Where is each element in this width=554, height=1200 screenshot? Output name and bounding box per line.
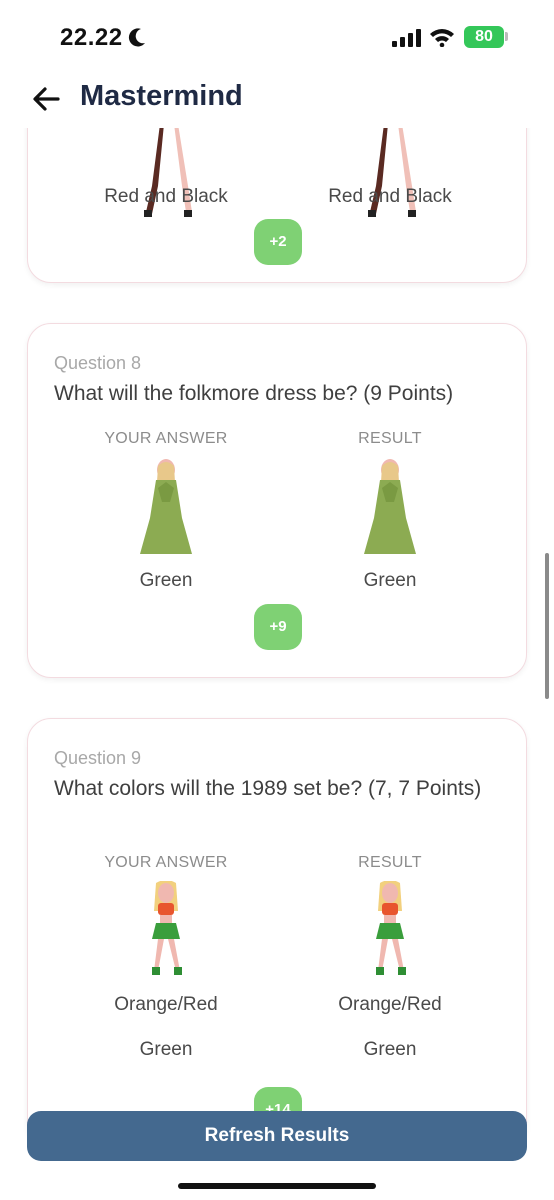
- refresh-results-button[interactable]: Refresh Results: [27, 1111, 527, 1161]
- two-piece-outfit-figure-icon: [376, 881, 406, 975]
- your-answer-value: Red and Black: [104, 186, 228, 207]
- question-card: Question 9 What colors will the 1989 set…: [27, 718, 527, 1148]
- question-card: Question 8 What will the folkmore dress …: [27, 323, 527, 678]
- wifi-icon: [430, 29, 454, 47]
- question-text: What colors will the 1989 set be? (7, 7 …: [54, 777, 482, 800]
- your-answer-value: Green: [139, 570, 193, 591]
- green-dress-figure-icon: [364, 459, 416, 554]
- status-time: 22.22: [60, 24, 123, 51]
- your-answer-header: YOUR ANSWER: [104, 430, 228, 447]
- status-bar: 22.22 80: [0, 0, 554, 72]
- back-arrow-icon[interactable]: [30, 82, 64, 116]
- result-value: Green: [363, 1039, 417, 1060]
- your-answer-value: Orange/Red: [114, 994, 218, 1015]
- your-answer-value: Green: [139, 1039, 193, 1060]
- points-badge: +9: [254, 604, 302, 650]
- question-card: Red and Black Red and Black +2: [27, 128, 527, 283]
- results-list[interactable]: Red and Black Red and Black +2 Question …: [0, 128, 554, 1200]
- question-number: Question 9: [54, 748, 142, 768]
- scrollbar[interactable]: [545, 553, 549, 699]
- page-title: Mastermind: [80, 80, 243, 112]
- green-dress-figure-icon: [140, 459, 192, 554]
- your-answer-header: YOUR ANSWER: [104, 854, 228, 871]
- cellular-signal-icon: [392, 29, 421, 47]
- battery-icon: 80: [464, 26, 504, 48]
- question-text: What will the folkmore dress be? (9 Poin…: [54, 382, 454, 405]
- result-value: Green: [363, 570, 417, 591]
- result-value: Red and Black: [328, 186, 452, 207]
- points-badge: +2: [254, 219, 302, 265]
- app-header: Mastermind: [0, 72, 554, 128]
- home-indicator[interactable]: [178, 1183, 376, 1189]
- red-black-outfit-figure-icon: [144, 128, 192, 217]
- result-value: Orange/Red: [338, 994, 442, 1015]
- battery-cap: [505, 32, 508, 41]
- result-header: RESULT: [358, 430, 422, 447]
- red-black-outfit-figure-icon: [368, 128, 416, 217]
- two-piece-outfit-figure-icon: [152, 881, 182, 975]
- moon-icon: [128, 28, 145, 47]
- result-header: RESULT: [358, 854, 422, 871]
- question-number: Question 8: [54, 353, 142, 373]
